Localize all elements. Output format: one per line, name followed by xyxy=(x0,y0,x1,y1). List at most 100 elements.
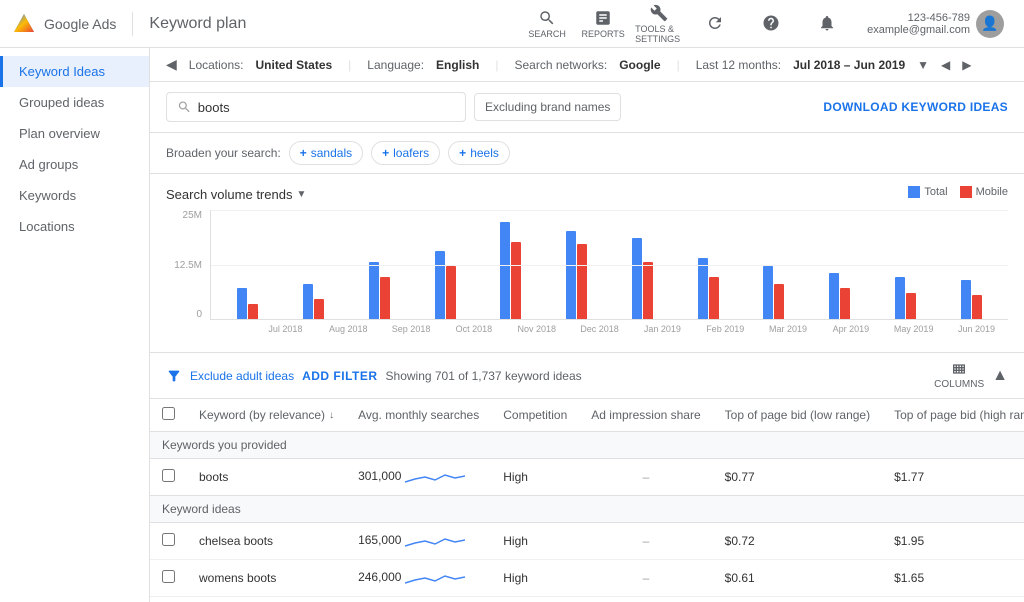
th-checkbox[interactable] xyxy=(150,399,187,432)
bar-group-10 xyxy=(873,277,939,319)
th-top-bid-low-label: Top of page bid (low range) xyxy=(725,408,870,422)
th-ad-impression[interactable]: Ad impression share xyxy=(579,399,712,432)
avatar: 👤 xyxy=(976,10,1004,38)
date-value[interactable]: Jul 2018 – Jun 2019 xyxy=(793,58,905,72)
columns-icon xyxy=(951,361,967,377)
avg-searches-cell: 301,000 xyxy=(346,459,491,496)
th-top-bid-high[interactable]: Top of page bid (high range) xyxy=(882,399,1024,432)
search-input[interactable] xyxy=(198,100,455,115)
networks-label: Search networks: xyxy=(515,58,608,72)
bar-red-11 xyxy=(972,295,982,319)
x-label-1: Aug 2018 xyxy=(317,324,380,334)
chart-dropdown-icon[interactable]: ▼ xyxy=(296,189,306,200)
x-label-0: Jul 2018 xyxy=(254,324,317,334)
notifications-button[interactable] xyxy=(803,0,851,48)
tools-nav-button[interactable]: TOOLS & SETTINGS xyxy=(635,0,683,48)
sort-arrow-icon: ↓ xyxy=(329,410,334,421)
competition-cell-idea: High xyxy=(491,560,579,597)
sidebar-item-ad-groups[interactable]: Ad groups xyxy=(0,149,149,180)
sidebar-item-plan-overview[interactable]: Plan overview xyxy=(0,118,149,149)
bar-red-0 xyxy=(248,304,258,319)
exclude-brand-button[interactable]: Excluding brand names xyxy=(474,93,621,121)
bar-red-8 xyxy=(774,284,784,319)
location-value[interactable]: United States xyxy=(255,58,332,72)
exclude-adult-link[interactable]: Exclude adult ideas xyxy=(190,369,294,383)
date-prev-button[interactable]: ◀ xyxy=(941,58,950,72)
th-keyword[interactable]: Keyword (by relevance) ↓ xyxy=(187,399,346,432)
table-row-idea-2: thigh high boots 165,000 High – $0.60 $1… xyxy=(150,597,1024,602)
ad-impression-cell: – xyxy=(579,459,712,496)
date-dropdown-icon[interactable]: ▼ xyxy=(917,58,929,72)
x-label-11: Jun 2019 xyxy=(945,324,1008,334)
row-checkbox-input[interactable] xyxy=(162,469,175,482)
row-checkbox-idea[interactable] xyxy=(150,597,187,602)
keywords-table-container: Keyword (by relevance) ↓ Avg. monthly se… xyxy=(150,399,1024,602)
section-ideas-header: Keyword ideas xyxy=(150,496,1024,523)
top-bid-low-cell-idea: $0.61 xyxy=(713,560,882,597)
add-filter-button[interactable]: ADD FILTER xyxy=(302,369,377,383)
row-checkbox-idea-input[interactable] xyxy=(162,533,175,546)
row-checkbox-idea-input[interactable] xyxy=(162,570,175,583)
keyword-cell-idea: thigh high boots xyxy=(187,597,346,602)
sidebar-item-grouped-ideas[interactable]: Grouped ideas xyxy=(0,87,149,118)
x-label-10: May 2019 xyxy=(882,324,945,334)
tools-nav-label: TOOLS & SETTINGS xyxy=(635,24,683,44)
download-keyword-ideas-button[interactable]: DOWNLOAD KEYWORD IDEAS xyxy=(823,100,1008,114)
separator2: | xyxy=(495,58,498,72)
chart-title: Search volume trends xyxy=(166,187,292,202)
columns-button[interactable]: COLUMNS xyxy=(934,361,984,390)
google-logo xyxy=(12,12,36,36)
bar-group-9 xyxy=(807,273,873,319)
sidebar-keywords-label: Keywords xyxy=(19,188,76,203)
bar-red-6 xyxy=(643,262,653,319)
language-value[interactable]: English xyxy=(436,58,479,72)
collapse-chart-button[interactable]: ▲ xyxy=(992,367,1008,385)
avg-searches-cell-idea: 246,000 xyxy=(346,560,491,597)
sidebar-item-keywords[interactable]: Keywords xyxy=(0,180,149,211)
user-account[interactable]: 123-456-789 example@gmail.com 👤 xyxy=(859,6,1012,42)
collapse-sidebar-button[interactable]: ◀ xyxy=(166,56,177,73)
competition-cell-idea: High xyxy=(491,597,579,602)
x-label-3: Oct 2018 xyxy=(442,324,505,334)
legend-mobile: Mobile xyxy=(960,186,1008,198)
search-icon xyxy=(177,99,192,115)
search-box[interactable] xyxy=(166,92,466,122)
sidebar-item-keyword-ideas[interactable]: Keyword Ideas xyxy=(0,56,149,87)
reports-nav-icon xyxy=(594,9,612,27)
broaden-row: Broaden your search: + sandals + loafers… xyxy=(150,133,1024,174)
date-next-button[interactable]: ▶ xyxy=(962,58,971,72)
avg-searches-cell-idea: 165,000 xyxy=(346,523,491,560)
separator1: | xyxy=(348,58,351,72)
row-checkbox[interactable] xyxy=(150,459,187,496)
bar-blue-11 xyxy=(961,280,971,319)
bar-red-9 xyxy=(840,288,850,319)
tools-nav-icon xyxy=(650,4,668,22)
row-checkbox-idea[interactable] xyxy=(150,560,187,597)
th-competition-label: Competition xyxy=(503,408,567,422)
refresh-button[interactable] xyxy=(691,0,739,48)
help-button[interactable] xyxy=(747,0,795,48)
select-all-checkbox[interactable] xyxy=(162,407,175,420)
th-competition[interactable]: Competition xyxy=(491,399,579,432)
x-label-7: Feb 2019 xyxy=(694,324,757,334)
sidebar-item-locations[interactable]: Locations xyxy=(0,211,149,242)
x-label-8: Mar 2019 xyxy=(757,324,820,334)
filter-row: Exclude adult ideas ADD FILTER Showing 7… xyxy=(150,353,1024,399)
network-value[interactable]: Google xyxy=(619,58,660,72)
section-provided-header: Keywords you provided xyxy=(150,432,1024,459)
section-provided-label: Keywords you provided xyxy=(150,432,1024,459)
reports-nav-button[interactable]: REPORTS xyxy=(579,0,627,48)
th-top-bid-low[interactable]: Top of page bid (low range) xyxy=(713,399,882,432)
plus-icon-loafers: + xyxy=(382,146,389,160)
bar-blue-0 xyxy=(237,288,247,319)
bar-blue-5 xyxy=(566,231,576,319)
ad-impression-cell-idea: – xyxy=(579,523,712,560)
search-nav-button[interactable]: SEARCH xyxy=(523,0,571,48)
row-checkbox-idea[interactable] xyxy=(150,523,187,560)
gridline-mid xyxy=(211,265,1008,266)
bar-blue-2 xyxy=(369,262,379,319)
broaden-loafers-tag[interactable]: + loafers xyxy=(371,141,440,165)
broaden-heels-tag[interactable]: + heels xyxy=(448,141,510,165)
broaden-sandals-tag[interactable]: + sandals xyxy=(289,141,363,165)
th-avg-searches[interactable]: Avg. monthly searches xyxy=(346,399,491,432)
